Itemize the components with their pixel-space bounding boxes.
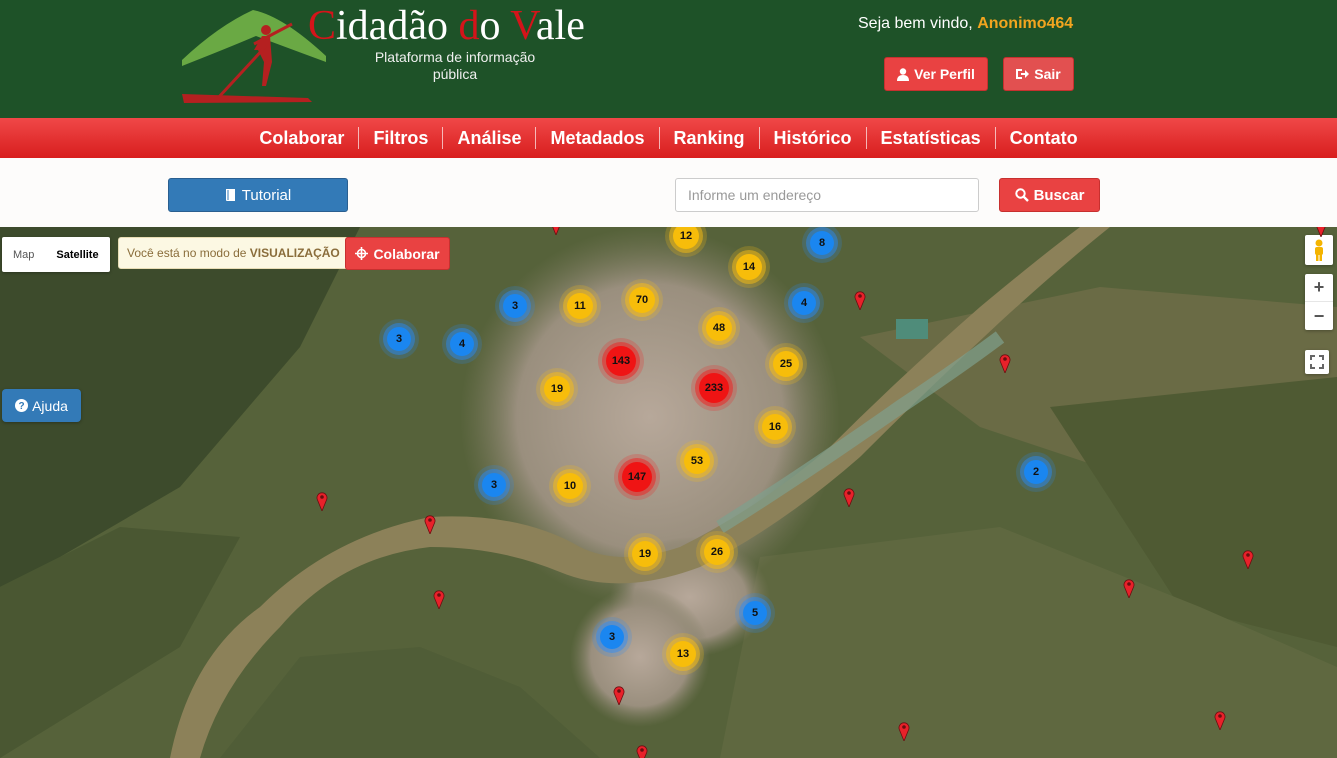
map-pin-icon[interactable] xyxy=(854,290,866,310)
crosshair-icon xyxy=(355,247,369,260)
marker-cluster[interactable]: 3 xyxy=(503,294,527,318)
street-view-pegman[interactable] xyxy=(1305,235,1333,265)
user-icon xyxy=(897,67,910,81)
marker-cluster[interactable]: 147 xyxy=(622,462,652,492)
help-label: Ajuda xyxy=(32,397,68,414)
map-type-map[interactable]: Map xyxy=(2,237,45,272)
nav-item-ranking[interactable]: Ranking xyxy=(660,127,760,149)
map-pin-icon[interactable] xyxy=(843,487,855,507)
marker-cluster[interactable]: 5 xyxy=(743,601,767,625)
nav-item-filtros[interactable]: Filtros xyxy=(359,127,444,149)
logout-label: Sair xyxy=(1034,66,1061,82)
search-button[interactable]: Buscar xyxy=(999,178,1100,212)
fullscreen-button[interactable] xyxy=(1305,350,1329,374)
pegman-icon xyxy=(1315,239,1323,261)
map-pin-icon[interactable] xyxy=(898,721,910,741)
book-icon xyxy=(225,189,235,201)
logo-subtitle: Plataforma de informação pública xyxy=(374,49,536,82)
marker-cluster[interactable]: 4 xyxy=(792,291,816,315)
marker-cluster[interactable]: 13 xyxy=(670,641,696,667)
nav-item-contato[interactable]: Contato xyxy=(996,127,1092,149)
map-pin-icon[interactable] xyxy=(999,353,1011,373)
view-profile-button[interactable]: Ver Perfil xyxy=(884,57,988,91)
map-pin-icon[interactable] xyxy=(424,514,436,534)
logo-canoe-icon xyxy=(182,10,326,103)
zoom-control: + − xyxy=(1305,274,1333,330)
marker-cluster[interactable]: 2 xyxy=(1024,460,1048,484)
search-bar: Tutorial Buscar xyxy=(0,158,1337,227)
marker-cluster[interactable]: 16 xyxy=(762,414,788,440)
nav-item-analise[interactable]: Análise xyxy=(443,127,537,149)
marker-cluster[interactable]: 10 xyxy=(557,473,583,499)
username: Anonimo464 xyxy=(977,15,1074,32)
main-nav: Colaborar Filtros Análise Metadados Rank… xyxy=(0,118,1337,158)
map-pin-icon[interactable] xyxy=(1242,549,1254,569)
fullscreen-icon xyxy=(1310,355,1324,369)
mode-value: VISUALIZAÇÃO xyxy=(249,246,340,260)
view-profile-label: Ver Perfil xyxy=(914,66,975,82)
marker-cluster[interactable]: 3 xyxy=(387,327,411,351)
marker-cluster[interactable]: 4 xyxy=(450,332,474,356)
marker-cluster[interactable]: 19 xyxy=(544,376,570,402)
colaborar-button[interactable]: Colaborar xyxy=(345,237,450,270)
map-pin-icon[interactable] xyxy=(636,744,648,758)
marker-cluster[interactable]: 19 xyxy=(632,541,658,567)
nav-item-colaborar[interactable]: Colaborar xyxy=(245,127,360,149)
marker-cluster[interactable]: 8 xyxy=(810,231,834,255)
marker-cluster[interactable]: 14 xyxy=(736,254,762,280)
marker-cluster[interactable]: 48 xyxy=(706,315,732,341)
marker-cluster[interactable]: 25 xyxy=(773,351,799,377)
tutorial-label: Tutorial xyxy=(241,186,292,204)
address-input[interactable] xyxy=(675,178,979,212)
sign-out-icon xyxy=(1016,69,1030,79)
marker-cluster[interactable]: 143 xyxy=(606,346,636,376)
site-header: Cidadão do Vale Plataforma de informação… xyxy=(0,0,1337,118)
mode-prefix: Você está no modo de xyxy=(127,246,247,260)
map-pin-icon[interactable] xyxy=(1315,227,1327,237)
tutorial-button[interactable]: Tutorial xyxy=(168,178,348,212)
map-type-control: Map Satellite xyxy=(2,237,110,272)
map-type-satellite[interactable]: Satellite xyxy=(45,237,109,272)
map-pin-icon[interactable] xyxy=(316,491,328,511)
marker-cluster[interactable]: 70 xyxy=(629,287,655,313)
marker-cluster[interactable]: 233 xyxy=(699,373,729,403)
welcome-message: Seja bem vindo, Anonimo464 xyxy=(858,15,1073,33)
zoom-out-button[interactable]: − xyxy=(1305,302,1333,330)
marker-cluster[interactable]: 53 xyxy=(684,448,710,474)
question-circle-icon: ? xyxy=(15,399,29,412)
map-pin-icon[interactable] xyxy=(550,227,562,235)
map-pin-icon[interactable] xyxy=(613,685,625,705)
welcome-text: Seja bem vindo, xyxy=(858,15,973,32)
satellite-imagery xyxy=(0,227,1337,758)
marker-cluster[interactable]: 3 xyxy=(482,473,506,497)
search-label: Buscar xyxy=(1033,186,1085,204)
search-icon xyxy=(1014,188,1029,202)
map-pin-icon[interactable] xyxy=(433,589,445,609)
map-canvas[interactable]: Map Satellite Você está no modo de VISUA… xyxy=(0,227,1337,758)
nav-item-historico[interactable]: Histórico xyxy=(760,127,867,149)
marker-cluster[interactable]: 11 xyxy=(567,293,593,319)
mode-indicator: Você está no modo de VISUALIZAÇÃO xyxy=(118,237,349,269)
nav-item-metadados[interactable]: Metadados xyxy=(536,127,660,149)
svg-text:?: ? xyxy=(19,401,25,412)
marker-cluster[interactable]: 3 xyxy=(600,625,624,649)
colaborar-label: Colaborar xyxy=(373,245,440,262)
logout-button[interactable]: Sair xyxy=(1003,57,1074,91)
logo-title: Cidadão do Vale xyxy=(308,3,585,49)
help-button[interactable]: ? Ajuda xyxy=(2,389,81,422)
marker-cluster[interactable]: 26 xyxy=(704,539,730,565)
map-pin-icon[interactable] xyxy=(1123,578,1135,598)
nav-item-estatisticas[interactable]: Estatísticas xyxy=(867,127,996,149)
zoom-in-button[interactable]: + xyxy=(1305,274,1333,302)
map-pin-icon[interactable] xyxy=(1214,710,1226,730)
